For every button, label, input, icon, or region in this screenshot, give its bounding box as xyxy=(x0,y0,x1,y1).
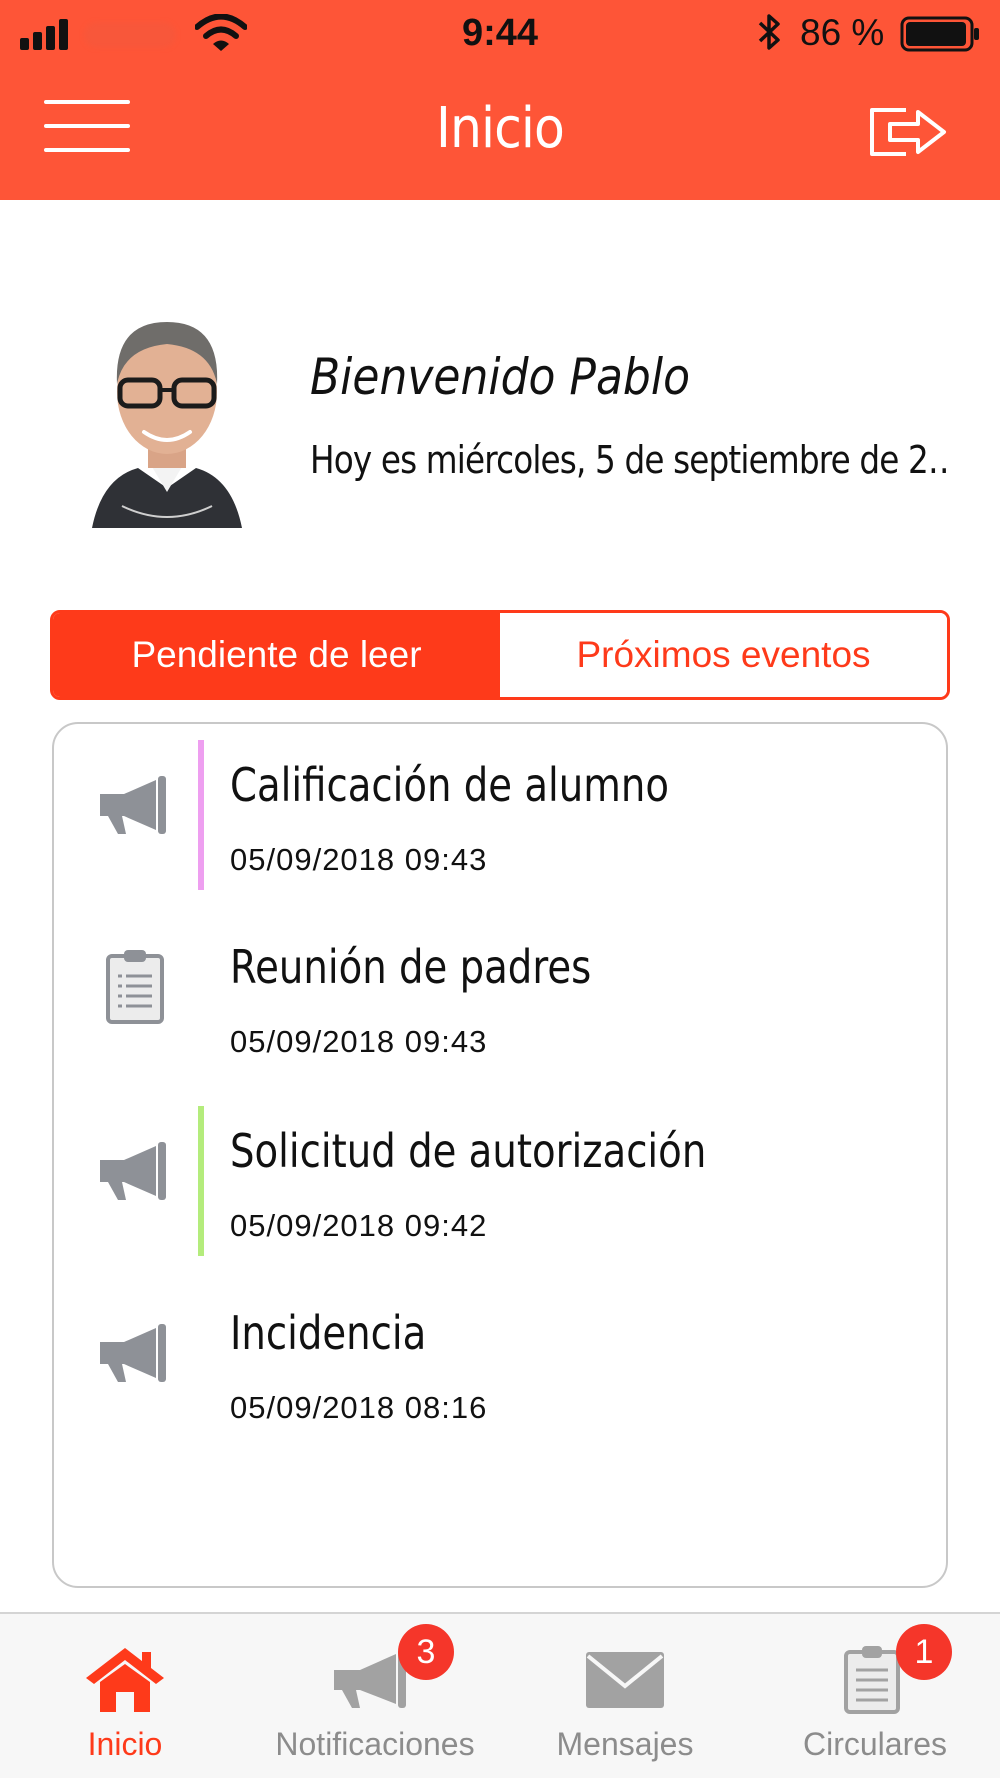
welcome-text: Bienvenido Pablo xyxy=(310,348,690,406)
battery-icon xyxy=(900,16,979,52)
clipboard-icon xyxy=(106,950,164,1024)
circulares-badge: 1 xyxy=(896,1624,952,1680)
item-date: 05/09/2018 09:42 xyxy=(230,1208,488,1243)
segment-upcoming-events[interactable]: Próximos eventos xyxy=(500,613,947,697)
megaphone-icon xyxy=(100,1324,166,1382)
battery-percent: 86 % xyxy=(800,12,885,53)
tab-label: Inicio xyxy=(87,1726,163,1762)
envelope-icon xyxy=(586,1652,664,1708)
home-icon xyxy=(86,1648,164,1712)
tab-label: Mensajes xyxy=(556,1726,694,1762)
megaphone-icon xyxy=(100,1142,166,1200)
date-line-text: Hoy es miércoles, 5 de septiembre de 2… xyxy=(310,438,950,482)
page-title: Inicio xyxy=(436,96,565,161)
notification-badge: 3 xyxy=(398,1624,454,1680)
list-item[interactable]: Calificación de alumno 05/09/2018 09:43 xyxy=(54,724,946,890)
item-date: 05/09/2018 08:16 xyxy=(230,1390,488,1425)
item-title: Reunión de padres xyxy=(230,940,592,994)
tab-mensajes[interactable]: Mensajes xyxy=(520,1614,730,1778)
item-accent-bar xyxy=(198,740,204,890)
item-date: 05/09/2018 09:43 xyxy=(230,1024,488,1059)
notification-list: Calificación de alumno 05/09/2018 09:43 … xyxy=(52,722,948,1588)
item-title: Solicitud de autorización xyxy=(230,1124,707,1178)
status-bar: 9:44 86 % xyxy=(0,0,1000,64)
item-title: Incidencia xyxy=(230,1306,427,1360)
avatar xyxy=(92,322,242,528)
segmented-control: Pendiente de leer Próximos eventos xyxy=(50,610,950,700)
tab-notificaciones[interactable]: 3 Notificaciones xyxy=(250,1614,500,1778)
list-item[interactable]: Reunión de padres 05/09/2018 09:43 xyxy=(54,906,946,1066)
item-accent-bar xyxy=(198,1106,204,1256)
tab-label: Circulares xyxy=(802,1726,948,1762)
item-date: 05/09/2018 09:43 xyxy=(230,842,488,877)
logout-icon[interactable] xyxy=(866,104,950,160)
tab-inicio[interactable]: Inicio xyxy=(20,1614,230,1778)
item-title: Calificación de alumno xyxy=(230,758,670,812)
top-bar: 9:44 86 % Inicio xyxy=(0,0,1000,200)
bluetooth-icon xyxy=(758,14,780,50)
list-item[interactable]: Solicitud de autorización 05/09/2018 09:… xyxy=(54,1090,946,1256)
megaphone-icon xyxy=(100,776,166,834)
tab-circulares[interactable]: 1 Circulares xyxy=(770,1614,980,1778)
segment-pending[interactable]: Pendiente de leer xyxy=(53,613,500,697)
tab-label: Notificaciones xyxy=(275,1726,475,1762)
tab-bar: Inicio 3 Notificaciones Mensajes 1 Circu… xyxy=(0,1612,1000,1778)
date-line: Hoy es miércoles, 5 de septiembre de 2… xyxy=(310,438,950,482)
list-item[interactable]: Incidencia 05/09/2018 08:16 xyxy=(54,1272,946,1432)
